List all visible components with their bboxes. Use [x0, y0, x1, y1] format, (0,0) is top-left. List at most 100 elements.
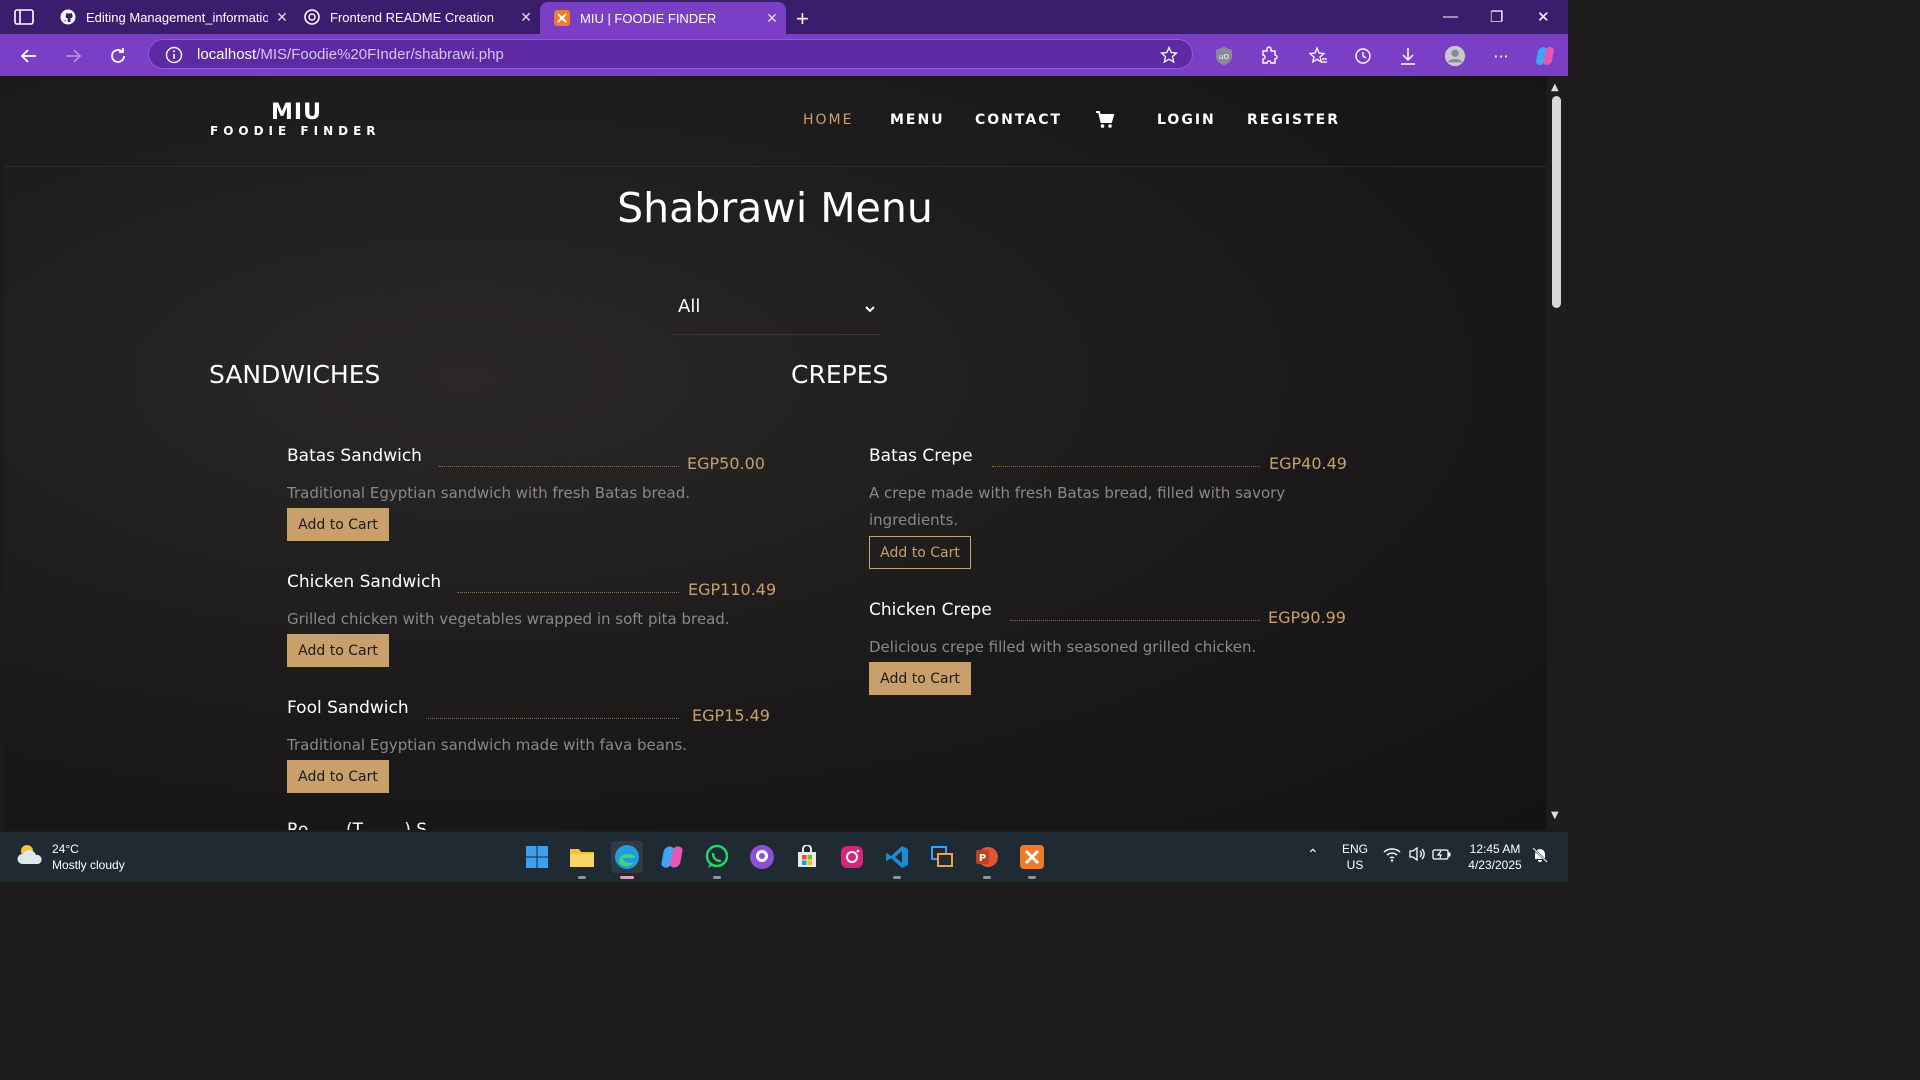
wifi-icon[interactable] [1383, 846, 1401, 865]
logo-text-top[interactable]: MIU [271, 100, 322, 125]
windows-start-icon[interactable] [521, 841, 553, 873]
favorites-icon[interactable] [1307, 45, 1329, 67]
scroll-up-arrow-icon[interactable]: ▲ [1551, 82, 1559, 93]
windows-taskbar: 24°C Mostly cloudy P ⌃ ENG US 12:45 AM 4… [0, 832, 1568, 882]
tab-actions-icon[interactable] [14, 9, 34, 25]
tab-label: MIU | FOODIE FINDER [580, 10, 717, 26]
refresh-icon[interactable] [107, 45, 129, 67]
show-hidden-icons-chevron-icon[interactable]: ⌃ [1307, 846, 1319, 863]
nav-link-contact[interactable]: CONTACT [975, 112, 1062, 128]
site-info-icon[interactable] [165, 46, 183, 68]
nav-link-register[interactable]: REGISTER [1247, 112, 1340, 128]
remote-desktop-icon[interactable] [926, 841, 958, 873]
xampp-app-icon[interactable] [1016, 841, 1048, 879]
shopping-cart-icon[interactable] [1095, 110, 1115, 134]
category-title-sandwiches: SANDWICHES [209, 360, 381, 389]
url-host: localhost [197, 46, 257, 63]
site-header: MIU FOODIE FINDER HOME MENU CONTACT LOGI… [4, 76, 1546, 167]
nav-link-menu[interactable]: MENU [890, 112, 945, 128]
price-leader-dots [439, 466, 679, 467]
minimize-icon[interactable]: — [1443, 8, 1458, 25]
page-scrollbar[interactable]: ▲ ▼ [1548, 76, 1566, 830]
volume-icon[interactable] [1408, 846, 1426, 865]
back-icon[interactable] [18, 45, 40, 67]
price-leader-dots [457, 592, 679, 593]
close-tab-icon[interactable]: ✕ [758, 10, 786, 27]
add-to-cart-button[interactable]: Add to Cart [287, 508, 389, 541]
browser-tab-strip: Editing Management_information ✕ Fronten… [0, 0, 1568, 34]
chevron-down-icon [864, 300, 876, 319]
github-desktop-icon[interactable] [746, 841, 778, 873]
add-to-cart-button[interactable]: Add to Cart [287, 634, 389, 667]
microsoft-store-icon[interactable] [791, 841, 823, 873]
price-leader-dots [426, 718, 679, 719]
whatsapp-icon[interactable] [701, 841, 733, 879]
price-leader-dots [1010, 620, 1260, 621]
menu-item-name-partial: Ro...... (T........) S......... [287, 820, 476, 830]
github-icon [60, 9, 76, 25]
menu-item-price: EGP40.49 [1269, 454, 1347, 473]
extensions-icon[interactable] [1258, 45, 1280, 67]
close-window-icon[interactable]: ✕ [1537, 8, 1550, 26]
instagram-icon[interactable] [836, 841, 868, 873]
menu-item-name: Chicken Crepe [869, 600, 992, 620]
edge-browser-icon[interactable] [611, 841, 643, 879]
category-filter-select[interactable]: All [672, 290, 880, 335]
copilot-app-icon[interactable] [656, 841, 688, 873]
history-icon[interactable] [1352, 45, 1374, 67]
browser-toolbar: localhost/MIS/Foodie%20FInder/shabrawi.p… [0, 34, 1568, 76]
address-bar[interactable]: localhost/MIS/Foodie%20FInder/shabrawi.p… [148, 39, 1193, 69]
url-path: /MIS/Foodie%20FInder/shabrawi.php [256, 46, 504, 63]
ublock-shield-icon[interactable]: uO [1213, 45, 1235, 67]
file-explorer-icon[interactable] [566, 841, 598, 879]
add-to-cart-button[interactable]: Add to Cart [287, 760, 389, 793]
forward-icon[interactable] [62, 45, 84, 67]
svg-text:P: P [979, 853, 986, 864]
new-tab-button[interactable]: + [796, 6, 809, 32]
battery-icon[interactable] [1432, 847, 1452, 864]
xampp-icon [554, 10, 570, 26]
scroll-down-arrow-icon[interactable]: ▼ [1551, 810, 1559, 821]
url-text: localhost/MIS/Foodie%20FInder/shabrawi.p… [197, 46, 504, 63]
restore-icon[interactable]: ❐ [1490, 8, 1503, 26]
profile-avatar-icon[interactable] [1444, 45, 1466, 67]
weather-temperature[interactable]: 24°C [52, 842, 79, 856]
vscode-icon[interactable] [881, 841, 913, 879]
add-to-cart-button[interactable]: Add to Cart [869, 662, 971, 695]
menu-item-description-line2: ingredients. [869, 511, 959, 529]
menu-item-name: Chicken Sandwich [287, 572, 442, 592]
browser-tab-foodie-finder[interactable]: MIU | FOODIE FINDER ✕ [540, 2, 786, 34]
page-viewport: MIU FOODIE FINDER HOME MENU CONTACT LOGI… [4, 76, 1546, 830]
clock-time[interactable]: 12:45 AM [1462, 842, 1528, 856]
page-title: Shabrawi Menu [617, 184, 933, 232]
filter-value: All [678, 296, 701, 317]
category-title-crepes: CREPES [791, 360, 889, 389]
svg-text:uO: uO [1219, 53, 1229, 61]
menu-item-description: Grilled chicken with vegetables wrapped … [287, 610, 730, 628]
close-tab-icon[interactable]: ✕ [512, 9, 540, 26]
more-options-icon[interactable]: ··· [1490, 45, 1512, 67]
copilot-icon[interactable] [1534, 45, 1556, 67]
weather-cloud-icon[interactable] [16, 842, 46, 872]
favorite-star-icon[interactable] [1159, 45, 1179, 68]
menu-item-description: Delicious crepe filled with seasoned gri… [869, 638, 1257, 656]
weather-condition[interactable]: Mostly cloudy [52, 858, 125, 872]
scrollbar-thumb[interactable] [1552, 96, 1561, 308]
downloads-icon[interactable] [1397, 45, 1419, 67]
menu-item-price: EGP90.99 [1268, 608, 1346, 627]
menu-item-name: Batas Sandwich [287, 446, 422, 466]
language-indicator-top[interactable]: ENG [1340, 842, 1370, 856]
clock-date[interactable]: 4/23/2025 [1462, 858, 1528, 872]
language-indicator-bottom[interactable]: US [1340, 858, 1370, 872]
add-to-cart-button[interactable]: Add to Cart [869, 536, 971, 569]
menu-item-description: Traditional Egyptian sandwich made with … [287, 736, 688, 754]
nav-link-login[interactable]: LOGIN [1157, 112, 1216, 128]
powerpoint-icon[interactable]: P [971, 841, 1003, 879]
menu-item-name: Batas Crepe [869, 446, 973, 466]
logo-text-bottom[interactable]: FOODIE FINDER [210, 124, 381, 138]
browser-tab-chatgpt[interactable]: Frontend README Creation ✕ [290, 0, 540, 34]
browser-tab-github[interactable]: Editing Management_information ✕ [46, 0, 296, 34]
chatgpt-icon [304, 9, 320, 25]
nav-link-home[interactable]: HOME [803, 112, 853, 128]
notification-bell-icon[interactable] [1532, 847, 1548, 866]
